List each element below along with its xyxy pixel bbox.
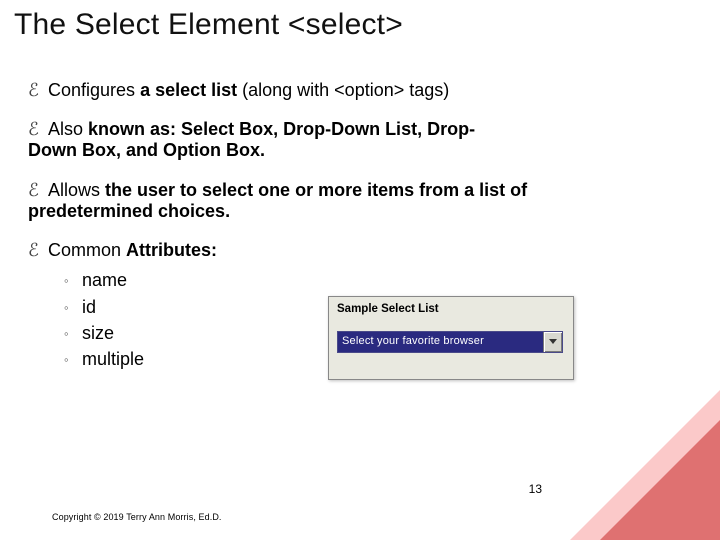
attr-name: id [82, 297, 96, 317]
bullet-common-attrs: ℰCommon Attributes: [28, 240, 688, 261]
circle-bullet-icon: ◦ [64, 325, 82, 344]
dropdown-button[interactable] [543, 332, 562, 352]
bullet-text: Configures a select list (along with <op… [48, 80, 449, 100]
bullet-text: Common Attributes: [48, 240, 217, 260]
sample-select-value: Select your favorite browser [338, 332, 543, 352]
bullet-icon: ℰ [28, 180, 48, 201]
bullet-also-known: ℰAlso known as: Select Box, Drop-Down Li… [28, 119, 508, 161]
slide-title: The Select Element <select> [14, 8, 403, 42]
circle-bullet-icon: ◦ [64, 272, 82, 291]
attr-name: name [82, 270, 127, 290]
slide: The Select Element <select> ℰConfigures … [0, 0, 720, 540]
bullet-text: Also known as: Select Box, Drop-Down Lis… [28, 119, 475, 160]
sample-select-panel: Sample Select List Select your favorite … [328, 296, 574, 380]
bullet-icon: ℰ [28, 119, 48, 140]
sample-heading: Sample Select List [337, 303, 565, 315]
copyright-footer: Copyright © 2019 Terry Ann Morris, Ed.D. [52, 512, 222, 522]
page-number: 13 [529, 482, 542, 496]
bullet-icon: ℰ [28, 240, 48, 261]
circle-bullet-icon: ◦ [64, 299, 82, 318]
attr-name: size [82, 323, 114, 343]
bullet-text: Allows the user to select one or more it… [28, 180, 527, 221]
bullet-icon: ℰ [28, 80, 48, 101]
bullet-allows: ℰAllows the user to select one or more i… [28, 180, 548, 222]
attr-name: multiple [82, 349, 144, 369]
chevron-down-icon [549, 339, 557, 345]
bullet-configures: ℰConfigures a select list (along with <o… [28, 80, 688, 101]
list-item: ◦name [64, 267, 688, 293]
sample-select[interactable]: Select your favorite browser [337, 331, 563, 353]
circle-bullet-icon: ◦ [64, 351, 82, 370]
